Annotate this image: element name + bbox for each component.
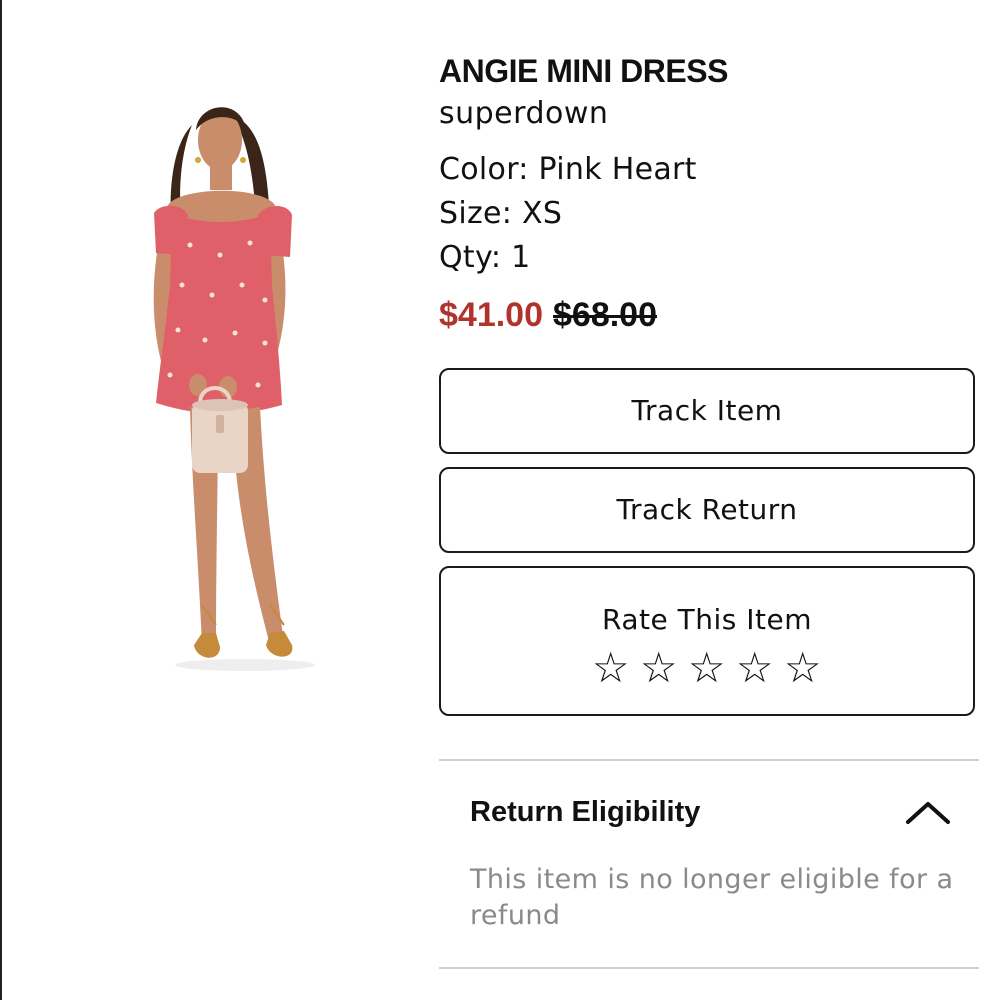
product-details: ANGIE MINI DRESS superdown Color: Pink H…: [439, 50, 979, 338]
star-3-icon[interactable]: ☆: [685, 646, 729, 690]
track-item-button[interactable]: Track Item: [439, 368, 975, 454]
track-return-button[interactable]: Track Return: [439, 467, 975, 553]
star-4-icon[interactable]: ☆: [733, 646, 777, 690]
star-rating: ☆ ☆ ☆ ☆ ☆: [441, 646, 973, 690]
star-1-icon[interactable]: ☆: [589, 646, 633, 690]
rate-item-label: Rate This Item: [602, 603, 812, 636]
order-item-page: ANGIE MINI DRESS superdown Color: Pink H…: [0, 0, 1000, 1000]
sale-price: $41.00: [439, 296, 543, 334]
star-2-icon[interactable]: ☆: [637, 646, 681, 690]
left-edge-border: [0, 0, 2, 1000]
product-size: Size: XS: [439, 196, 563, 231]
price-row: $41.00 $68.00: [439, 292, 979, 338]
product-title: ANGIE MINI DRESS: [439, 53, 728, 89]
product-brand: superdown: [439, 96, 609, 131]
return-eligibility-heading: Return Eligibility: [470, 796, 701, 828]
product-color: Color: Pink Heart: [439, 152, 697, 187]
section-divider: [439, 759, 979, 761]
chevron-up-icon[interactable]: [900, 792, 956, 832]
product-quantity: Qty: 1: [439, 240, 531, 275]
original-price: $68.00: [553, 296, 657, 334]
product-image: [120, 85, 360, 685]
return-eligibility-message: This item is no longer eligible for a re…: [470, 864, 954, 931]
section-divider-bottom: [439, 967, 979, 969]
product-photo-icon: [153, 107, 315, 671]
star-5-icon[interactable]: ☆: [781, 646, 825, 690]
rate-item-box: Rate This Item ☆ ☆ ☆ ☆ ☆: [439, 566, 975, 716]
